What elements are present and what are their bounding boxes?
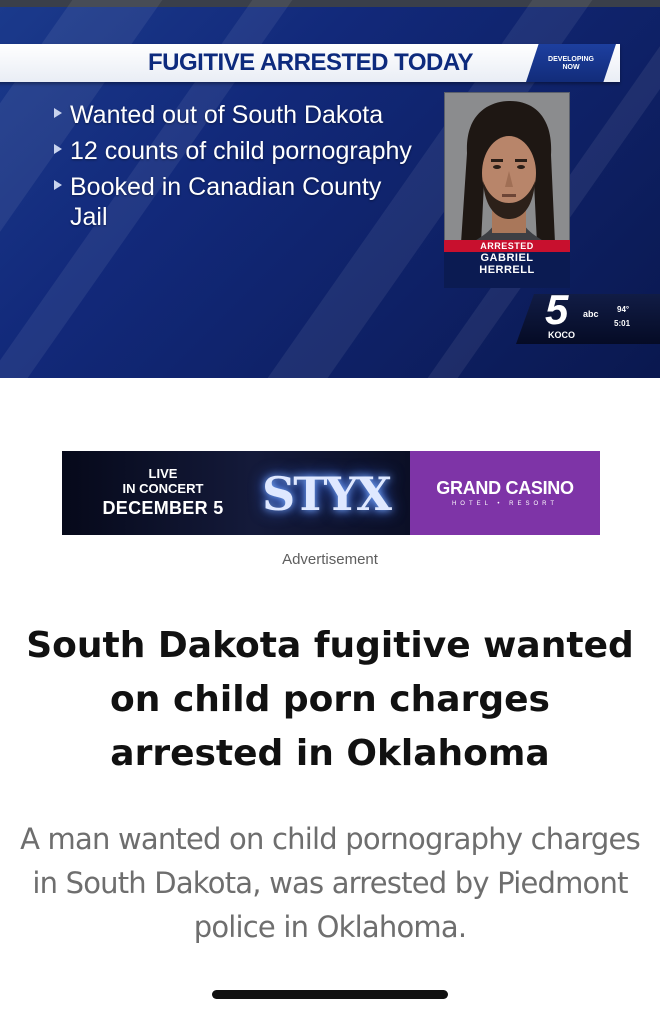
bullet-list: Wanted out of South Dakota 12 counts of … (52, 100, 412, 238)
news-video-frame[interactable]: FUGITIVE ARRESTED TODAY DEVELOPING NOW W… (0, 0, 660, 378)
headline-text: FUGITIVE ARRESTED TODAY (148, 49, 474, 76)
ad-in-concert-text: IN CONCERT (122, 481, 204, 496)
station-logo-bug (516, 294, 660, 344)
bullet-item: 12 counts of child pornography (52, 136, 412, 166)
bullet-arrow-icon (54, 180, 62, 190)
bullet-item: Booked in Canadian County Jail (52, 172, 412, 232)
bullet-text: Booked in Canadian County Jail (70, 173, 382, 231)
ad-date-text: DECEMBER 5 (102, 498, 224, 518)
bullet-arrow-icon (54, 108, 62, 118)
time-readout: 5:01 (614, 319, 631, 328)
suspect-last-name: HERRELL (479, 264, 535, 276)
temperature-readout: 94° (617, 305, 630, 314)
arrested-label: ARRESTED (444, 240, 570, 252)
mugshot-caption: ARRESTED GABRIEL HERRELL (444, 240, 570, 288)
ad-live-text: LIVE (148, 466, 178, 481)
advertisement-banner[interactable]: LIVE IN CONCERT DECEMBER 5 STYX GRAND CA… (62, 451, 600, 535)
badge-line-2: NOW (562, 64, 580, 71)
developing-now-badge: DEVELOPING NOW (526, 44, 616, 82)
article-summary: A man wanted on child pornography charge… (20, 822, 641, 944)
bullet-text: 12 counts of child pornography (70, 137, 412, 165)
ad-venue-panel: GRAND CASINO HOTEL • RESORT (410, 451, 600, 535)
suspect-first-name: GABRIEL (480, 252, 534, 264)
bullet-item: Wanted out of South Dakota (52, 100, 412, 130)
badge-line-1: DEVELOPING (548, 56, 594, 63)
advertisement-caption: Advertisement (282, 551, 378, 568)
network-logo: abc (583, 309, 599, 319)
home-indicator[interactable] (212, 990, 448, 999)
station-call-sign: KOCO (548, 330, 575, 340)
bullet-text: Wanted out of South Dakota (70, 101, 384, 129)
venue-name: GRAND CASINO (436, 478, 574, 498)
band-logo: STYX (262, 467, 392, 521)
station-number: 5 (545, 286, 569, 333)
venue-subtitle: HOTEL • RESORT (451, 501, 559, 507)
article-title: South Dakota fugitive wanted on child po… (26, 625, 634, 774)
ad-concert-panel: LIVE IN CONCERT DECEMBER 5 STYX (62, 451, 410, 535)
bullet-arrow-icon (54, 144, 62, 154)
